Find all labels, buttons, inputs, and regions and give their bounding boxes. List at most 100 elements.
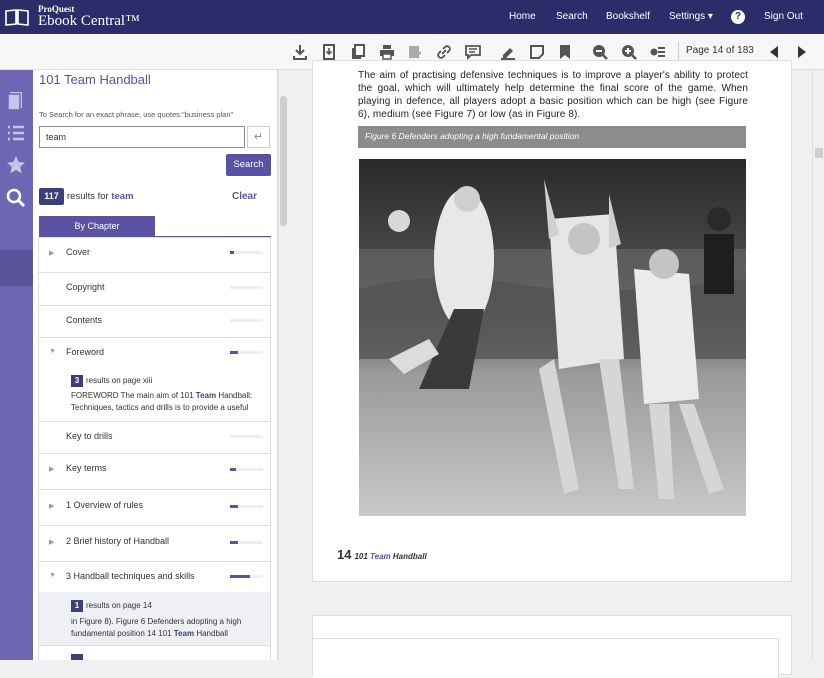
print-icon[interactable]: [379, 44, 395, 60]
relevance-bar: [230, 351, 263, 354]
page-indicator[interactable]: Page 14 of 183: [686, 45, 754, 56]
clear-link[interactable]: Clear: [232, 191, 257, 202]
chapter-label: Foreword: [66, 347, 105, 357]
relevance-fill: [230, 468, 236, 471]
chapter-row[interactable]: ▼ Foreword: [38, 337, 271, 370]
hit-keyword: Team: [195, 391, 217, 400]
book-details-icon[interactable]: [6, 90, 26, 111]
chapter-row[interactable]: ▶ Key terms: [38, 453, 271, 490]
relevance-fill: [230, 351, 239, 354]
top-nav-bar: ProQuest Ebook Central™ Home Search Book…: [0, 0, 824, 34]
rail-active-indicator: [0, 250, 33, 286]
document-scroll-thumb[interactable]: [815, 148, 823, 158]
search-hit-group[interactable]: [38, 646, 271, 660]
expand-arrow-icon[interactable]: ▶: [49, 502, 54, 510]
highlight-icon[interactable]: [500, 44, 516, 60]
hit-snippet-text: Techniques, tactics and drills is to pro…: [71, 403, 249, 412]
nav-signout[interactable]: Sign Out: [764, 11, 803, 22]
zoom-out-icon[interactable]: [592, 44, 608, 60]
relevance-bar: [230, 435, 263, 438]
expand-arrow-icon[interactable]: ▶: [49, 465, 54, 473]
relevance-fill: [230, 251, 234, 254]
nav-settings[interactable]: Settings ▾: [669, 11, 713, 22]
book-page: The aim of practising defensive techniqu…: [312, 60, 792, 582]
chapter-label: 1 Overview of rules: [66, 500, 144, 510]
search-panel: 101 Team Handball To Search for an exact…: [33, 70, 278, 660]
next-page: [312, 615, 792, 678]
hit-count-badge: [71, 654, 83, 660]
next-page-sheet: [313, 638, 779, 678]
search-input[interactable]: team: [39, 126, 245, 148]
relevance-bar: [230, 468, 263, 471]
search-icon[interactable]: [6, 188, 26, 208]
chapter-row[interactable]: Copyright: [38, 272, 271, 306]
chapter-row[interactable]: ▼ 3 Handball techniques and skills: [38, 561, 271, 593]
hit-snippet-text: Handball:: [218, 391, 253, 400]
expanded-arrow-icon[interactable]: ▼: [49, 572, 56, 579]
handball-photo: [359, 159, 746, 516]
link-icon[interactable]: [436, 44, 452, 60]
hit-snippet[interactable]: in Figure 8). Figure 6 Defenders adoptin…: [71, 616, 271, 640]
chapter-label: Key terms: [66, 463, 107, 473]
enter-icon[interactable]: ↵: [247, 126, 270, 148]
relevance-bar: [230, 541, 263, 544]
results-summary: results for team: [67, 191, 134, 202]
nav-bookshelf[interactable]: Bookshelf: [606, 11, 650, 22]
brand-ebook-central[interactable]: Ebook Central™: [38, 13, 140, 30]
nav-home[interactable]: Home: [509, 11, 536, 22]
zoom-in-icon[interactable]: [621, 44, 637, 60]
copy-icon[interactable]: [350, 44, 366, 60]
fit-page-icon[interactable]: [650, 44, 666, 60]
chapter-row[interactable]: ▶ Cover: [38, 237, 271, 273]
contents-list-icon[interactable]: [6, 123, 26, 143]
book-logo-icon[interactable]: [4, 8, 30, 26]
note-icon[interactable]: [529, 44, 545, 60]
search-hit-group[interactable]: 1 results on page 14 in Figure 8). Figur…: [38, 592, 271, 646]
relevance-bar: [230, 505, 263, 508]
relevance-fill: [230, 541, 239, 544]
relevance-bar: [230, 286, 263, 289]
chapter-row[interactable]: Key to drills: [38, 421, 271, 454]
star-icon[interactable]: [6, 155, 26, 175]
page-paragraph: The aim of practising defensive techniqu…: [358, 70, 748, 120]
hit-location[interactable]: results on page 14: [86, 600, 152, 612]
hit-keyword: Team: [173, 629, 195, 638]
panel-scrollbar[interactable]: [278, 70, 288, 660]
search-hit-group[interactable]: 3 results on page xiii FOREWORD The main…: [38, 369, 271, 421]
panel-scroll-thumb[interactable]: [280, 96, 287, 226]
help-icon[interactable]: ?: [731, 10, 745, 24]
document-viewer[interactable]: The aim of practising defensive techniqu…: [288, 60, 812, 678]
annotate-icon[interactable]: [465, 44, 481, 61]
chapter-label: 2 Brief history of Handball: [66, 536, 170, 546]
expanded-arrow-icon[interactable]: ▼: [49, 348, 56, 355]
relevance-fill: [230, 575, 250, 578]
chapter-label: Key to drills: [66, 431, 113, 441]
search-hint: To Search for an exact phrase, use quote…: [39, 110, 234, 119]
result-count-badge: 117: [39, 188, 64, 205]
sidebar-rail: [0, 70, 33, 660]
search-button[interactable]: Search: [226, 154, 271, 176]
hit-count-badge: 1: [71, 600, 83, 612]
footer-text: 101: [354, 552, 368, 561]
expand-arrow-icon[interactable]: ▶: [49, 249, 54, 257]
hit-snippet-text: fundamental position 14 101: [71, 629, 172, 638]
page-footer: 14 101 Team Handball: [337, 547, 427, 562]
hit-location[interactable]: results on page xiii: [86, 375, 152, 387]
hit-snippet-text: in Figure 8). Figure 6 Defenders adoptin…: [71, 617, 242, 626]
cite-icon[interactable]: [407, 44, 423, 60]
chapter-row[interactable]: ▶ 1 Overview of rules: [38, 489, 271, 526]
document-scrollbar[interactable]: [812, 70, 824, 660]
results-term: team: [111, 191, 134, 202]
chapter-row[interactable]: Contents: [38, 305, 271, 338]
bookmark-icon[interactable]: [557, 44, 573, 60]
chapter-row[interactable]: ▶ 2 Brief history of Handball: [38, 525, 271, 562]
download-chapter-icon[interactable]: [321, 44, 337, 60]
expand-arrow-icon[interactable]: ▶: [49, 538, 54, 546]
figure-caption: Figure 6 Defenders adopting a high funda…: [358, 126, 746, 148]
next-page-icon[interactable]: [794, 44, 810, 60]
prev-page-icon[interactable]: [766, 44, 782, 60]
nav-search[interactable]: Search: [556, 11, 588, 22]
download-icon[interactable]: [292, 44, 308, 60]
hit-snippet[interactable]: FOREWORD The main aim of 101 Team Handba…: [71, 390, 266, 414]
tab-by-chapter[interactable]: By Chapter: [39, 216, 155, 236]
